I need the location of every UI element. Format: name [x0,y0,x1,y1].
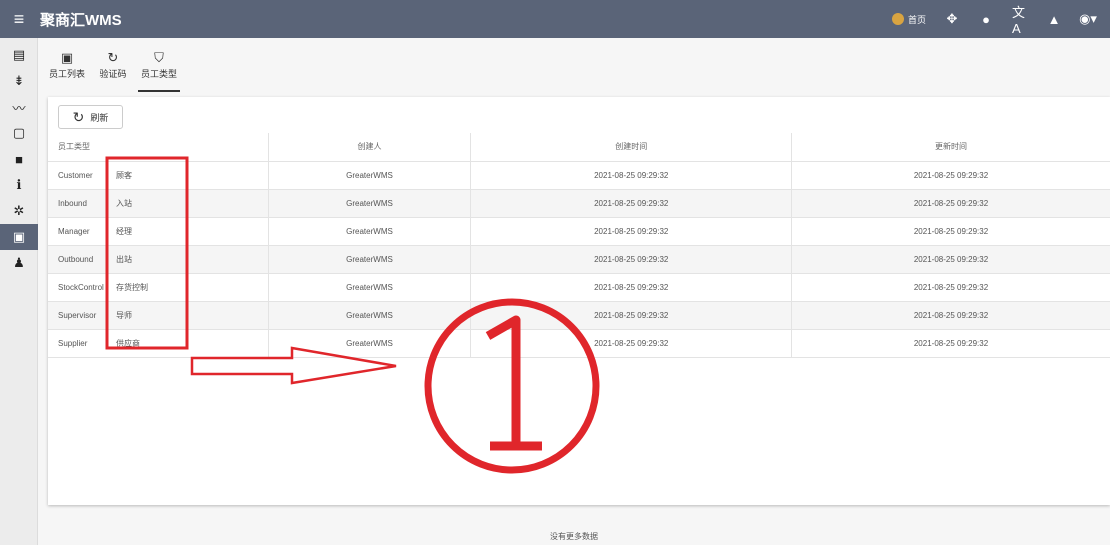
home-label: 首页 [907,14,926,25]
creator-cell: GreaterWMS [267,301,471,330]
table-row[interactable]: Manager 经理 GreaterWMS 2021-08-25 09:29:32 20… [48,217,1110,246]
tab-label: 验证码 [99,69,127,79]
creator-cell: GreaterWMS [267,245,471,274]
updated-time-cell: 2021-08-25 09:29:32 [791,161,1110,190]
badge-icon: ▣ [60,50,74,65]
staff-type-code: Manager [58,226,90,236]
created-time-cell: 2021-08-25 09:29:32 [470,301,792,330]
github-icon[interactable]: ● [978,11,994,27]
staff-type-code: Inbound [58,198,87,208]
creator-cell: GreaterWMS [267,189,471,218]
app-title: 聚商汇WMS [40,11,122,29]
shield-icon: ⛉ [154,50,164,65]
home-avatar-icon [891,13,904,25]
translate-icon[interactable]: 文A [1012,5,1028,36]
created-time-cell: 2021-08-25 09:29:32 [470,245,792,274]
main-content: ▣ 员工列表 ↻ 验证码 ⛉ 员工类型 ↻ 刷新 员工类型 创建人 创建时间 更… [38,38,1110,545]
column-header[interactable]: 创建人 [267,133,471,162]
tab-bar: ▣ 员工列表 ↻ 验证码 ⛉ 员工类型 [46,46,180,92]
no-more-data-text: 没有更多数据 [550,532,598,541]
creator-cell: GreaterWMS [267,273,471,302]
column-header[interactable]: 创建时间 [470,133,792,162]
refresh-button[interactable]: ↻ 刷新 [58,105,123,129]
table-row[interactable]: Customer 顾客 GreaterWMS 2021-08-25 09:29:32 2… [48,161,1110,190]
table-row[interactable]: Supervisor 导师 GreaterWMS 2021-08-25 09:29:3… [48,301,1110,330]
creator-cell: GreaterWMS [267,217,471,246]
creator-cell: GreaterWMS [267,329,471,358]
badge-icon[interactable]: ▣ [0,224,38,250]
creator-cell: GreaterWMS [267,161,471,190]
tab-check-code[interactable]: ↻ 验证码 [92,46,134,92]
forklift-icon[interactable]: ⇟ [0,68,38,94]
staff-type-name: 经理 [116,226,132,236]
staff-type-table: 员工类型 创建人 创建时间 更新时间 Customer 顾客 GreaterWMS 2… [48,133,1110,358]
check-cycle-icon: ↻ [107,50,119,65]
staff-type-name: 存货控制 [116,282,148,292]
tab-label: 员工类型 [140,69,177,79]
tab-staff-type[interactable]: ⛉ 员工类型 [138,46,180,92]
staff-type-cell: Supplier 供应商 [48,329,268,358]
briefcase-icon[interactable]: ■ [0,146,38,172]
staff-type-code: Outbound [58,254,94,264]
staff-type-cell: Manager 经理 [48,217,268,246]
updated-time-cell: 2021-08-25 09:29:32 [791,217,1110,246]
staff-type-code: StockControl [58,282,104,292]
created-time-cell: 2021-08-25 09:29:32 [470,273,792,302]
created-time-cell: 2021-08-25 09:29:32 [470,189,792,218]
top-app-bar: ≡ 聚商汇WMS 首页 ✥ ● 文A ▲ ◉▾ [0,0,1110,38]
menu-icon[interactable]: ≡ [0,0,38,38]
created-time-cell: 2021-08-25 09:29:32 [470,329,792,358]
staff-type-code: Supervisor [58,310,97,320]
staff-type-cell: Supervisor 导师 [48,301,268,330]
updated-time-cell: 2021-08-25 09:29:32 [791,301,1110,330]
person-icon[interactable]: ♟ [0,250,38,276]
devices-icon[interactable]: ▢ [0,120,38,146]
updated-time-cell: 2021-08-25 09:29:32 [791,273,1110,302]
refresh-icon: ↻ [72,108,85,125]
top-right-actions: 首页 ✥ ● 文A ▲ ◉▾ [891,0,1097,38]
table-card: ↻ 刷新 员工类型 创建人 创建时间 更新时间 Customer 顾客 Greate… [48,97,1110,505]
bell-icon[interactable]: ▲ [1046,11,1062,27]
staff-type-name: 导师 [116,310,132,320]
staff-type-name: 供应商 [116,338,140,348]
column-header[interactable]: 更新时间 [791,133,1110,162]
refresh-label: 刷新 [90,112,109,123]
created-time-cell: 2021-08-25 09:29:32 [470,217,792,246]
staff-type-cell: Customer 顾客 [48,161,268,190]
updated-time-cell: 2021-08-25 09:29:32 [791,189,1110,218]
tab-label: 员工列表 [48,69,85,79]
table-row[interactable]: StockControl 存货控制 GreaterWMS 2021-08-25 09:… [48,273,1110,302]
staff-type-name: 顾客 [116,170,132,180]
updated-time-cell: 2021-08-25 09:29:32 [791,329,1110,358]
home-link[interactable]: 首页 [891,13,926,26]
sidebar: ▤ ⇟ 〰 ▢ ■ ℹ ✲ ▣ ♟ [0,38,38,545]
sitemap-icon[interactable]: ✥ [944,11,960,27]
staff-type-code: Supplier [58,338,88,348]
staff-type-cell: Inbound 入站 [48,189,268,218]
staff-type-cell: StockControl 存货控制 [48,273,268,302]
created-time-cell: 2021-08-25 09:29:32 [470,161,792,190]
table-header-row: 员工类型 创建人 创建时间 更新时间 [48,133,1110,162]
tab-staff-list[interactable]: ▣ 员工列表 [46,46,88,92]
table-row[interactable]: Outbound 出站 GreaterWMS 2021-08-25 09:29:32 2… [48,245,1110,274]
account-icon[interactable]: ◉▾ [1079,11,1097,27]
staff-type-name: 出站 [116,254,132,264]
staff-type-cell: Outbound 出站 [48,245,268,274]
table-row[interactable]: Supplier 供应商 GreaterWMS 2021-08-25 09:29:32… [48,329,1110,358]
column-header[interactable]: 员工类型 [48,133,268,162]
staff-type-code: Customer [58,170,93,180]
trend-icon[interactable]: 〰 [0,94,38,120]
updated-time-cell: 2021-08-25 09:29:32 [791,245,1110,274]
settings-icon[interactable]: ✲ [0,198,38,224]
chat-icon[interactable]: ▤ [0,42,38,68]
staff-type-name: 入站 [116,198,132,208]
info-icon[interactable]: ℹ [0,172,38,198]
table-row[interactable]: Inbound 入站 GreaterWMS 2021-08-25 09:29:32 20… [48,189,1110,218]
